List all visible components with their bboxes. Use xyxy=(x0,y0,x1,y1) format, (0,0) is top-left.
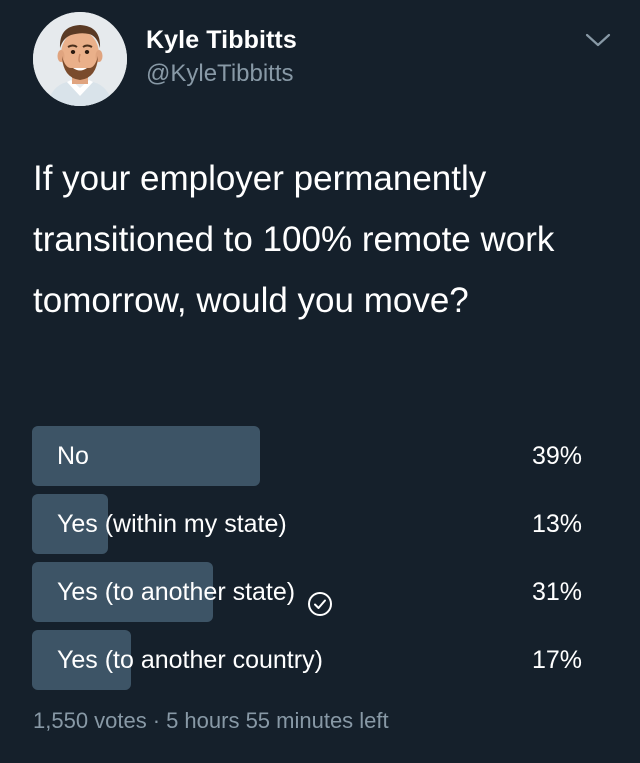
poll-option[interactable]: Yes (to another country) 17% xyxy=(32,630,616,690)
poll-option[interactable]: Yes (within my state) 13% xyxy=(32,494,616,554)
poll-option[interactable]: Yes (to another state) 31% xyxy=(32,562,616,622)
poll-footer: 1,550 votes · 5 hours 55 minutes left xyxy=(33,708,389,734)
poll-option-percent: 31% xyxy=(531,578,582,606)
avatar-illustration-icon xyxy=(33,12,127,106)
poll-option-label: Yes (within my state) xyxy=(57,510,287,538)
poll-option-label: Yes (to another state) xyxy=(57,562,333,622)
poll-option-percent: 13% xyxy=(531,510,582,538)
poll-option[interactable]: No 39% xyxy=(32,426,616,486)
avatar[interactable] xyxy=(33,12,127,106)
poll-option-label: No xyxy=(57,442,89,470)
tweet-text: If your employer permanently transitione… xyxy=(33,159,555,320)
poll-option-label: Yes (to another country) xyxy=(57,646,323,674)
poll: No 39% Yes (within my state) 13% Yes (to… xyxy=(32,426,616,698)
separator: · xyxy=(152,708,161,733)
vote-count: 1,550 votes xyxy=(33,708,147,733)
time-left: 5 hours 55 minutes left xyxy=(166,708,389,733)
check-circle-icon xyxy=(307,579,333,616)
author-handle[interactable]: @KyleTibbitts xyxy=(146,60,294,88)
poll-option-percent: 39% xyxy=(531,442,582,470)
poll-option-percent: 17% xyxy=(531,646,582,674)
chevron-down-icon[interactable] xyxy=(582,28,614,52)
author-name[interactable]: Kyle Tibbitts xyxy=(146,26,297,55)
tweet-header: Kyle Tibbitts @KyleTibbitts xyxy=(0,0,640,120)
